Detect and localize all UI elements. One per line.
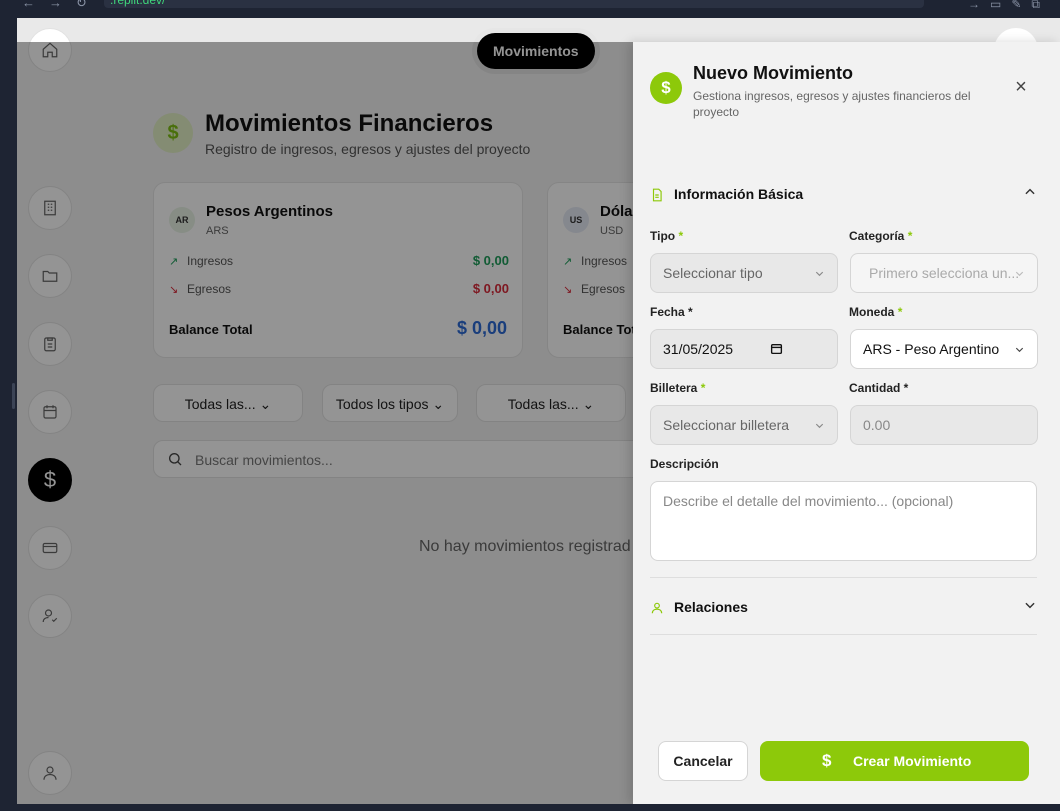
- categoria-select[interactable]: Primero selecciona un...: [850, 253, 1038, 293]
- resize-handle[interactable]: [12, 383, 15, 409]
- chevron-down-icon: [1015, 271, 1024, 277]
- section-label: Relaciones: [674, 599, 748, 615]
- window-bottom-edge: [0, 804, 1060, 811]
- tipo-select[interactable]: Seleccionar tipo: [650, 253, 838, 293]
- billetera-select[interactable]: Seleccionar billetera: [650, 405, 838, 445]
- new-movement-panel: $ Nuevo Movimiento Gestiona ingresos, eg…: [633, 42, 1060, 804]
- descripcion-textarea[interactable]: Describe el detalle del movimiento... (o…: [650, 481, 1037, 561]
- browser-nav-icons[interactable]: ←→↻: [22, 0, 101, 9]
- moneda-label: Moneda *: [849, 305, 903, 319]
- divider: [650, 634, 1037, 635]
- chevron-down-icon: [815, 271, 824, 277]
- moneda-select[interactable]: ARS - Peso Argentino: [850, 329, 1038, 369]
- create-label: Crear Movimiento: [853, 753, 972, 769]
- browser-toolbar: ←→↻ .replit.dev/ →▭✎⧉: [0, 0, 1060, 18]
- create-movement-button[interactable]: $ Crear Movimiento: [760, 741, 1029, 781]
- categoria-label: Categoría *: [849, 229, 913, 243]
- window-left-edge: [0, 18, 17, 811]
- divider: [650, 577, 1037, 578]
- app-viewport: $ Movimientos $ Movimientos Financieros …: [17, 18, 1060, 804]
- browser-tool-icons[interactable]: →▭✎⧉: [968, 0, 1050, 12]
- panel-title: Nuevo Movimiento: [693, 63, 854, 83]
- descripcion-label: Descripción: [650, 457, 719, 471]
- section-relations[interactable]: Relaciones: [650, 596, 1037, 620]
- dollar-icon: $: [650, 72, 682, 104]
- close-icon[interactable]: ×: [1010, 76, 1032, 98]
- fecha-label: Fecha *: [650, 305, 693, 319]
- section-label: Información Básica: [674, 186, 804, 202]
- cancel-button[interactable]: Cancelar: [658, 741, 748, 781]
- dollar-icon: $: [822, 751, 832, 770]
- tipo-label: Tipo *: [650, 229, 684, 243]
- address-bar[interactable]: .replit.dev/: [104, 0, 924, 8]
- chevron-down-icon: [815, 423, 824, 429]
- user-icon: [651, 602, 663, 614]
- chevron-up-icon: [1025, 188, 1035, 195]
- cantidad-label: Cantidad *: [849, 381, 909, 395]
- chevron-down-icon: [1015, 347, 1024, 353]
- calendar-icon[interactable]: [770, 342, 783, 355]
- panel-subtitle: Gestiona ingresos, egresos y ajustes fin…: [693, 89, 971, 119]
- fecha-input[interactable]: 31/05/2025: [650, 329, 838, 369]
- chevron-down-icon: [1025, 602, 1035, 609]
- document-icon: [652, 188, 662, 202]
- cantidad-input[interactable]: 0.00: [850, 405, 1038, 445]
- section-basic-info[interactable]: Información Básica: [650, 183, 1037, 207]
- billetera-label: Billetera *: [650, 381, 706, 395]
